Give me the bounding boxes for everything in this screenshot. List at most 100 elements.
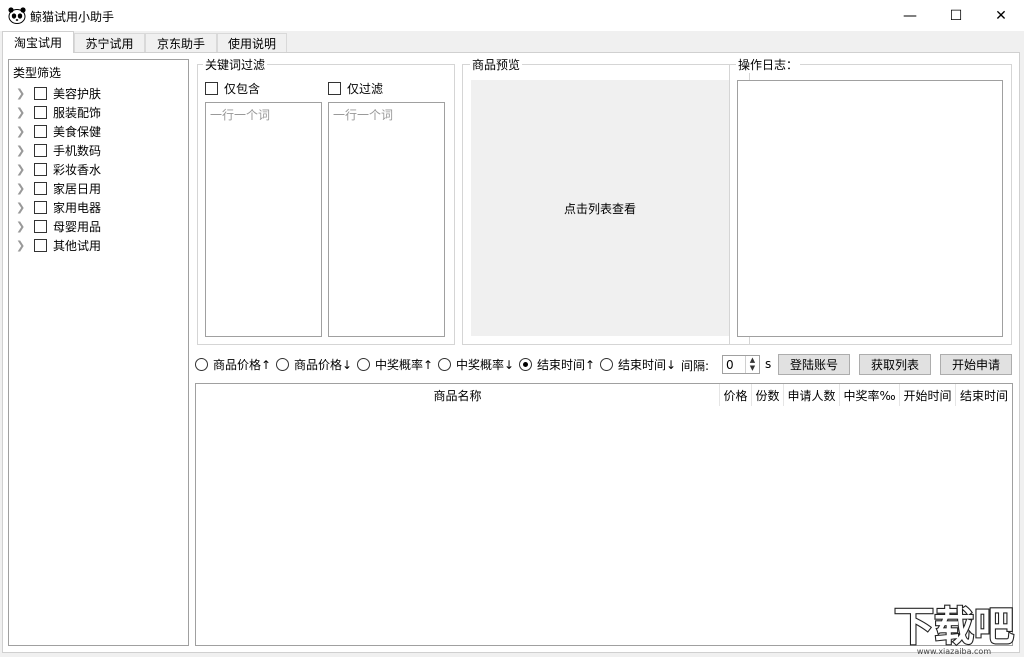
chevron-right-icon[interactable]: ❯	[16, 201, 26, 214]
category-item[interactable]: ❯ 服装配饰	[16, 103, 101, 122]
category-label: 母婴用品	[53, 220, 102, 234]
chevron-right-icon[interactable]: ❯	[16, 163, 26, 176]
login-button-label: 登陆账号	[789, 358, 838, 372]
sort-winrate-asc-radio[interactable]: 中奖概率↑	[357, 356, 433, 372]
category-label: 其他试用	[53, 239, 102, 253]
category-item[interactable]: ❯ 母婴用品	[16, 217, 101, 236]
interval-label: 间隔:	[681, 359, 710, 373]
category-item[interactable]: ❯ 美容护肤	[16, 84, 101, 103]
tab-suning[interactable]: 苏宁试用	[74, 33, 145, 52]
start-apply-button[interactable]: 开始申请	[940, 354, 1012, 375]
column-header-quantity[interactable]: 份数	[752, 384, 784, 406]
sort-price-asc-radio[interactable]: 商品价格↑	[195, 356, 271, 372]
tab-label: 使用说明	[227, 36, 276, 51]
chevron-right-icon[interactable]: ❯	[16, 182, 26, 195]
filter-only-checkbox[interactable]: 仅过滤	[328, 80, 383, 97]
column-header-name[interactable]: 商品名称	[196, 384, 720, 406]
include-only-label: 仅包含	[224, 82, 261, 96]
start-apply-button-label: 开始申请	[951, 358, 1000, 372]
category-label: 美容护肤	[53, 87, 102, 101]
checkbox[interactable]	[34, 144, 47, 157]
watermark-text: 下载吧	[894, 604, 1014, 650]
column-header-label: 商品名称	[433, 388, 482, 403]
include-keywords-placeholder: 一行一个词	[210, 108, 271, 122]
login-button[interactable]: 登陆账号	[778, 354, 850, 375]
radio-button-selected[interactable]	[519, 357, 532, 371]
radio-button[interactable]	[195, 357, 208, 371]
checkbox[interactable]	[34, 220, 47, 233]
spin-up-icon[interactable]: ▲	[746, 356, 759, 364]
checkbox[interactable]	[34, 239, 47, 252]
checkbox[interactable]	[34, 201, 47, 214]
chevron-right-icon[interactable]: ❯	[16, 125, 26, 138]
xiazaiba-watermark-logo: 下载吧 www.xiazaiba.com	[893, 603, 1015, 656]
keyword-filter-title: 关键词过滤	[203, 56, 268, 73]
radio-button[interactable]	[357, 357, 370, 371]
column-header-label: 结束时间	[959, 388, 1008, 403]
column-header-winrate[interactable]: 中奖率‰	[840, 384, 900, 406]
maximize-icon: ☐	[949, 7, 963, 24]
category-item[interactable]: ❯ 家居日用	[16, 179, 101, 198]
checkbox[interactable]	[34, 87, 47, 100]
radio-label: 商品价格↓	[294, 357, 353, 372]
include-keywords-textarea[interactable]: 一行一个词	[205, 102, 322, 337]
category-item[interactable]: ❯ 手机数码	[16, 141, 101, 160]
filter-keywords-textarea[interactable]: 一行一个词	[328, 102, 445, 337]
checkbox[interactable]	[328, 82, 341, 95]
include-only-checkbox[interactable]: 仅包含	[205, 80, 260, 97]
radio-button[interactable]	[600, 357, 613, 371]
sort-price-desc-radio[interactable]: 商品价格↓	[276, 356, 352, 372]
filter-keywords-placeholder: 一行一个词	[333, 108, 394, 122]
interval-unit: s	[765, 357, 772, 371]
spin-down-icon[interactable]: ▼	[746, 364, 759, 372]
sort-endtime-desc-radio[interactable]: 结束时间↓	[600, 356, 676, 372]
radio-label: 结束时间↓	[618, 357, 677, 372]
close-button[interactable]: ✕	[978, 0, 1024, 31]
fetch-list-button-label: 获取列表	[870, 358, 919, 372]
fetch-list-button[interactable]: 获取列表	[859, 354, 931, 375]
checkbox[interactable]	[34, 106, 47, 119]
title-bar: 鲸猫试用小助手 — ☐ ✕	[0, 0, 1024, 31]
tab-label: 淘宝试用	[13, 36, 62, 50]
column-header-price[interactable]: 价格	[720, 384, 752, 406]
chevron-right-icon[interactable]: ❯	[16, 106, 26, 119]
filter-only-label: 仅过滤	[347, 82, 384, 96]
column-header-label: 价格	[723, 388, 748, 403]
chevron-right-icon[interactable]: ❯	[16, 239, 26, 252]
product-preview-title: 商品预览	[470, 56, 523, 73]
category-panel-title: 类型筛选	[13, 66, 62, 80]
watermark-url: www.xiazaiba.com	[917, 647, 991, 656]
chevron-right-icon[interactable]: ❯	[16, 220, 26, 233]
radio-button[interactable]	[438, 357, 451, 371]
category-label: 彩妆香水	[53, 163, 102, 177]
category-label: 美食保健	[53, 125, 102, 139]
maximize-button[interactable]: ☐	[933, 0, 979, 31]
column-header-applicants[interactable]: 申请人数	[784, 384, 840, 406]
product-preview-area[interactable]: 点击列表查看	[471, 80, 729, 336]
category-item[interactable]: ❯ 其他试用	[16, 236, 101, 255]
tab-jd[interactable]: 京东助手	[145, 33, 217, 52]
checkbox[interactable]	[205, 82, 218, 95]
checkbox[interactable]	[34, 182, 47, 195]
column-header-start-time[interactable]: 开始时间	[900, 384, 956, 406]
sort-winrate-desc-radio[interactable]: 中奖概率↓	[438, 356, 514, 372]
tab-help[interactable]: 使用说明	[217, 33, 287, 52]
column-header-label: 申请人数	[787, 388, 836, 403]
category-item[interactable]: ❯ 美食保健	[16, 122, 101, 141]
radio-button[interactable]	[276, 357, 289, 371]
minimize-button[interactable]: —	[887, 0, 933, 31]
category-item[interactable]: ❯ 彩妆香水	[16, 160, 101, 179]
tab-taobao[interactable]: 淘宝试用	[2, 31, 74, 53]
checkbox[interactable]	[34, 163, 47, 176]
operation-log-textarea[interactable]	[737, 80, 1003, 337]
chevron-right-icon[interactable]: ❯	[16, 87, 26, 100]
sort-endtime-asc-radio[interactable]: 结束时间↑	[519, 356, 595, 372]
radio-label: 中奖概率↓	[456, 357, 515, 372]
radio-label: 中奖概率↑	[375, 357, 434, 372]
column-header-end-time[interactable]: 结束时间	[956, 384, 1012, 406]
checkbox[interactable]	[34, 125, 47, 138]
category-item[interactable]: ❯ 家用电器	[16, 198, 101, 217]
interval-spinbox[interactable]: 0 ▲ ▼	[722, 355, 760, 374]
panda-app-icon	[8, 7, 26, 24]
chevron-right-icon[interactable]: ❯	[16, 144, 26, 157]
